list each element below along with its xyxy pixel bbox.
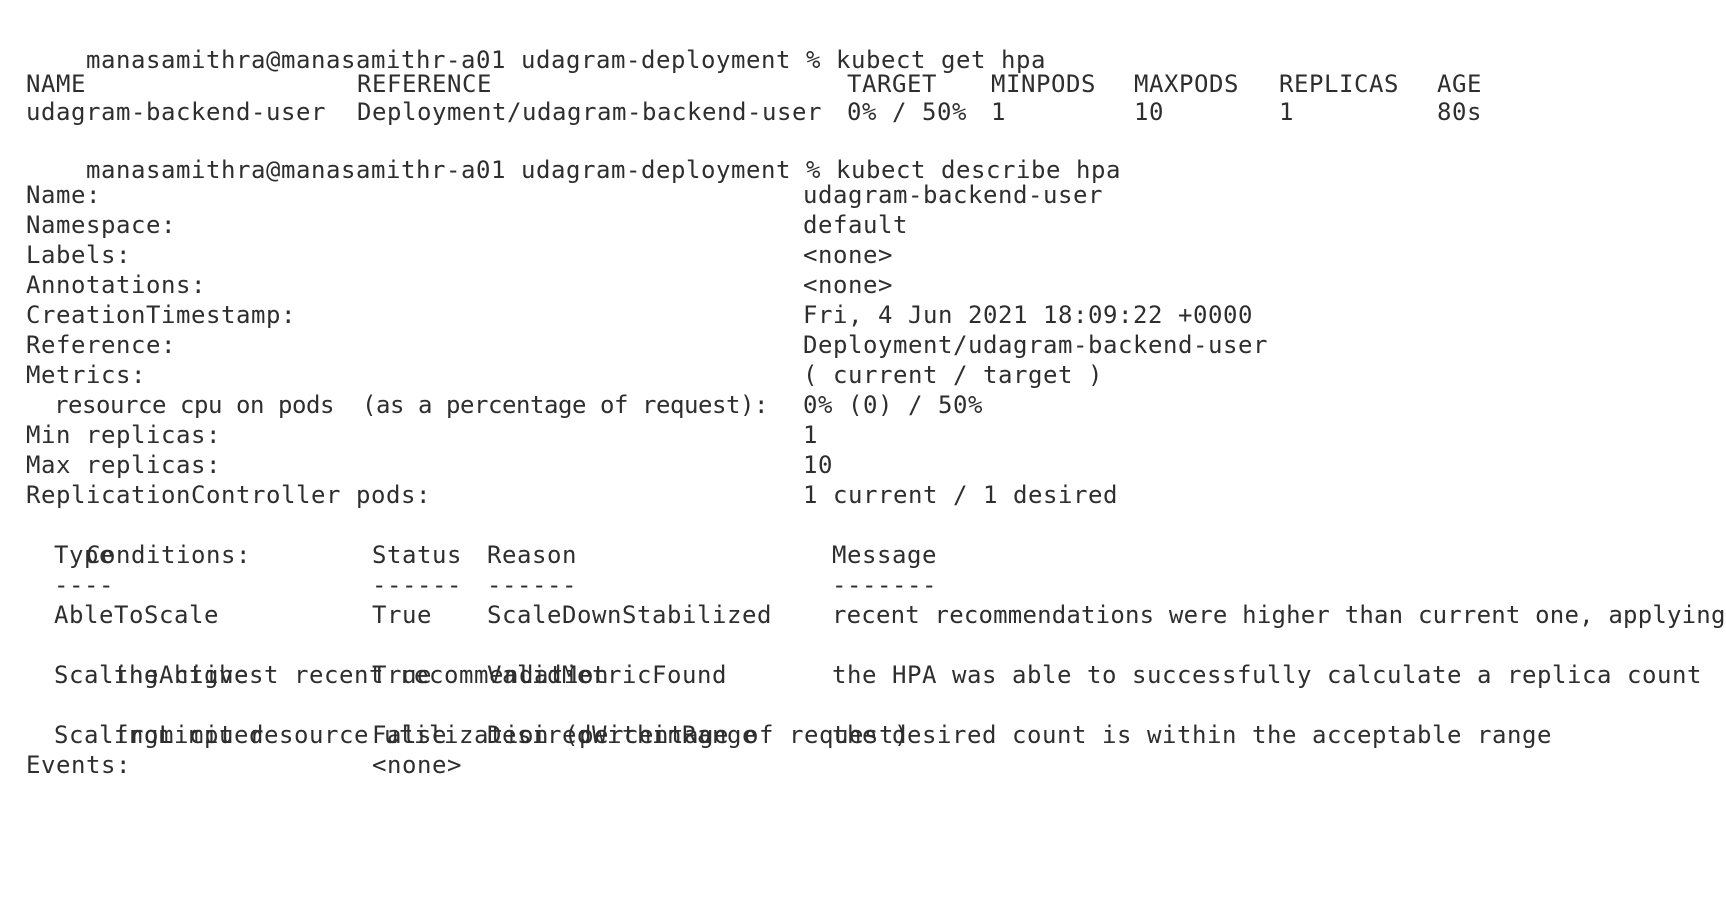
field-label: Max replicas: [26,451,221,479]
field-value: <none> [803,241,893,269]
hpa-replicas: 1 [1279,98,1294,126]
column-header-maxpods: MAXPODS [1134,70,1239,98]
condition-message: the HPA was able to successfully calcula… [832,661,1702,689]
hpa-name: udagram-backend-user [26,98,326,126]
condition-status: False [372,721,447,749]
column-header-target: TARGET [847,70,937,98]
hpa-minpods: 1 [991,98,1006,126]
hpa-age: 80s [1437,98,1482,126]
condition-row: ScalingActive True ValidMetricFound the … [26,660,1716,690]
column-header-age: AGE [1437,70,1482,98]
conditions-header-reason: Reason [487,541,577,569]
field-value: 0% (0) / 50% [803,391,983,419]
column-header-name: NAME [26,70,86,98]
hpa-table-row: udagram-backend-user Deployment/udagram-… [26,97,1526,127]
condition-message-continuation: the highest recent recommendation [26,630,609,689]
condition-message: recent recommendations were higher than … [832,601,1726,629]
field-label: resource cpu on pods (as a percentage of… [54,391,768,419]
field-label: Min replicas: [26,421,221,449]
describe-row-name: Name: udagram-backend-user [26,180,1526,210]
describe-row-events: Events: <none> [26,750,826,780]
field-label: CreationTimestamp: [26,301,296,329]
field-value: Deployment/udagram-backend-user [803,331,1268,359]
condition-type: ScalingLimited [54,721,264,749]
conditions-header-message: Message [832,541,937,569]
field-label: Events: [26,751,131,779]
rule-status: ------ [372,571,462,599]
describe-row-rc-pods: ReplicationController pods: 1 current / … [26,480,1526,510]
terminal-window[interactable]: manasamithra@manasamithr-a01 udagram-dep… [0,0,1726,824]
condition-reason: ValidMetricFound [487,661,727,689]
field-value: default [803,211,908,239]
condition-type: ScalingActive [54,661,249,689]
field-value: Fri, 4 Jun 2021 18:09:22 +0000 [803,301,1253,329]
condition-row: ScalingLimited False DesiredWithinRange … [26,720,1716,750]
hpa-target: 0% / 50% [847,98,967,126]
field-label: Reference: [26,331,176,359]
column-header-reference: REFERENCE [357,70,492,98]
describe-row-labels: Labels: <none> [26,240,1526,270]
describe-row-annotations: Annotations: <none> [26,270,1526,300]
command-line-describe-hpa: manasamithra@manasamithr-a01 udagram-dep… [26,125,1121,184]
condition-message-continuation: from cpu resource utilization (percentag… [26,690,909,749]
condition-message: the desired count is within the acceptab… [832,721,1552,749]
describe-row-namespace: Namespace: default [26,210,1526,240]
field-label: Name: [26,181,101,209]
field-label: Namespace: [26,211,176,239]
describe-row-min-replicas: Min replicas: 1 [26,420,1526,450]
column-header-replicas: REPLICAS [1279,70,1399,98]
describe-row-metrics: Metrics: ( current / target ) [26,360,1526,390]
condition-type: AbleToScale [54,601,219,629]
conditions-header-status: Status [372,541,462,569]
condition-reason: ScaleDownStabilized [487,601,772,629]
conditions-header: Type Status Reason Message [26,540,1706,570]
condition-status: True [372,601,432,629]
field-value: <none> [803,271,893,299]
hpa-table-header: NAME REFERENCE TARGET MINPODS MAXPODS RE… [26,69,1526,99]
describe-row-conditions: Conditions: [26,510,251,569]
field-value: udagram-backend-user [803,181,1103,209]
rule-reason: ------ [487,571,577,599]
command-line-get-hpa: manasamithra@manasamithr-a01 udagram-dep… [26,15,1046,74]
conditions-header-type: Type [54,541,114,569]
field-label: Labels: [26,241,131,269]
describe-row-creation-timestamp: CreationTimestamp: Fri, 4 Jun 2021 18:09… [26,300,1526,330]
field-value: 1 current / 1 desired [803,481,1118,509]
describe-row-max-replicas: Max replicas: 10 [26,450,1526,480]
field-label: Metrics: [26,361,146,389]
field-value: 1 [803,421,818,449]
field-label: ReplicationController pods: [26,481,431,509]
field-value: ( current / target ) [803,361,1103,389]
condition-status: True [372,661,432,689]
describe-row-reference: Reference: Deployment/udagram-backend-us… [26,330,1526,360]
rule-message: ------- [832,571,937,599]
conditions-rule: ---- ------ ------ ------- [26,570,1706,600]
hpa-maxpods: 10 [1134,98,1164,126]
describe-row-metric-cpu: resource cpu on pods (as a percentage of… [26,390,1526,420]
field-label: Annotations: [26,271,206,299]
field-value: <none> [372,751,462,779]
column-header-minpods: MINPODS [991,70,1096,98]
condition-row: AbleToScale True ScaleDownStabilized rec… [26,600,1725,630]
condition-reason: DesiredWithinRange [487,721,757,749]
hpa-reference: Deployment/udagram-backend-user [357,98,822,126]
rule-type: ---- [54,571,114,599]
field-value: 10 [803,451,833,479]
